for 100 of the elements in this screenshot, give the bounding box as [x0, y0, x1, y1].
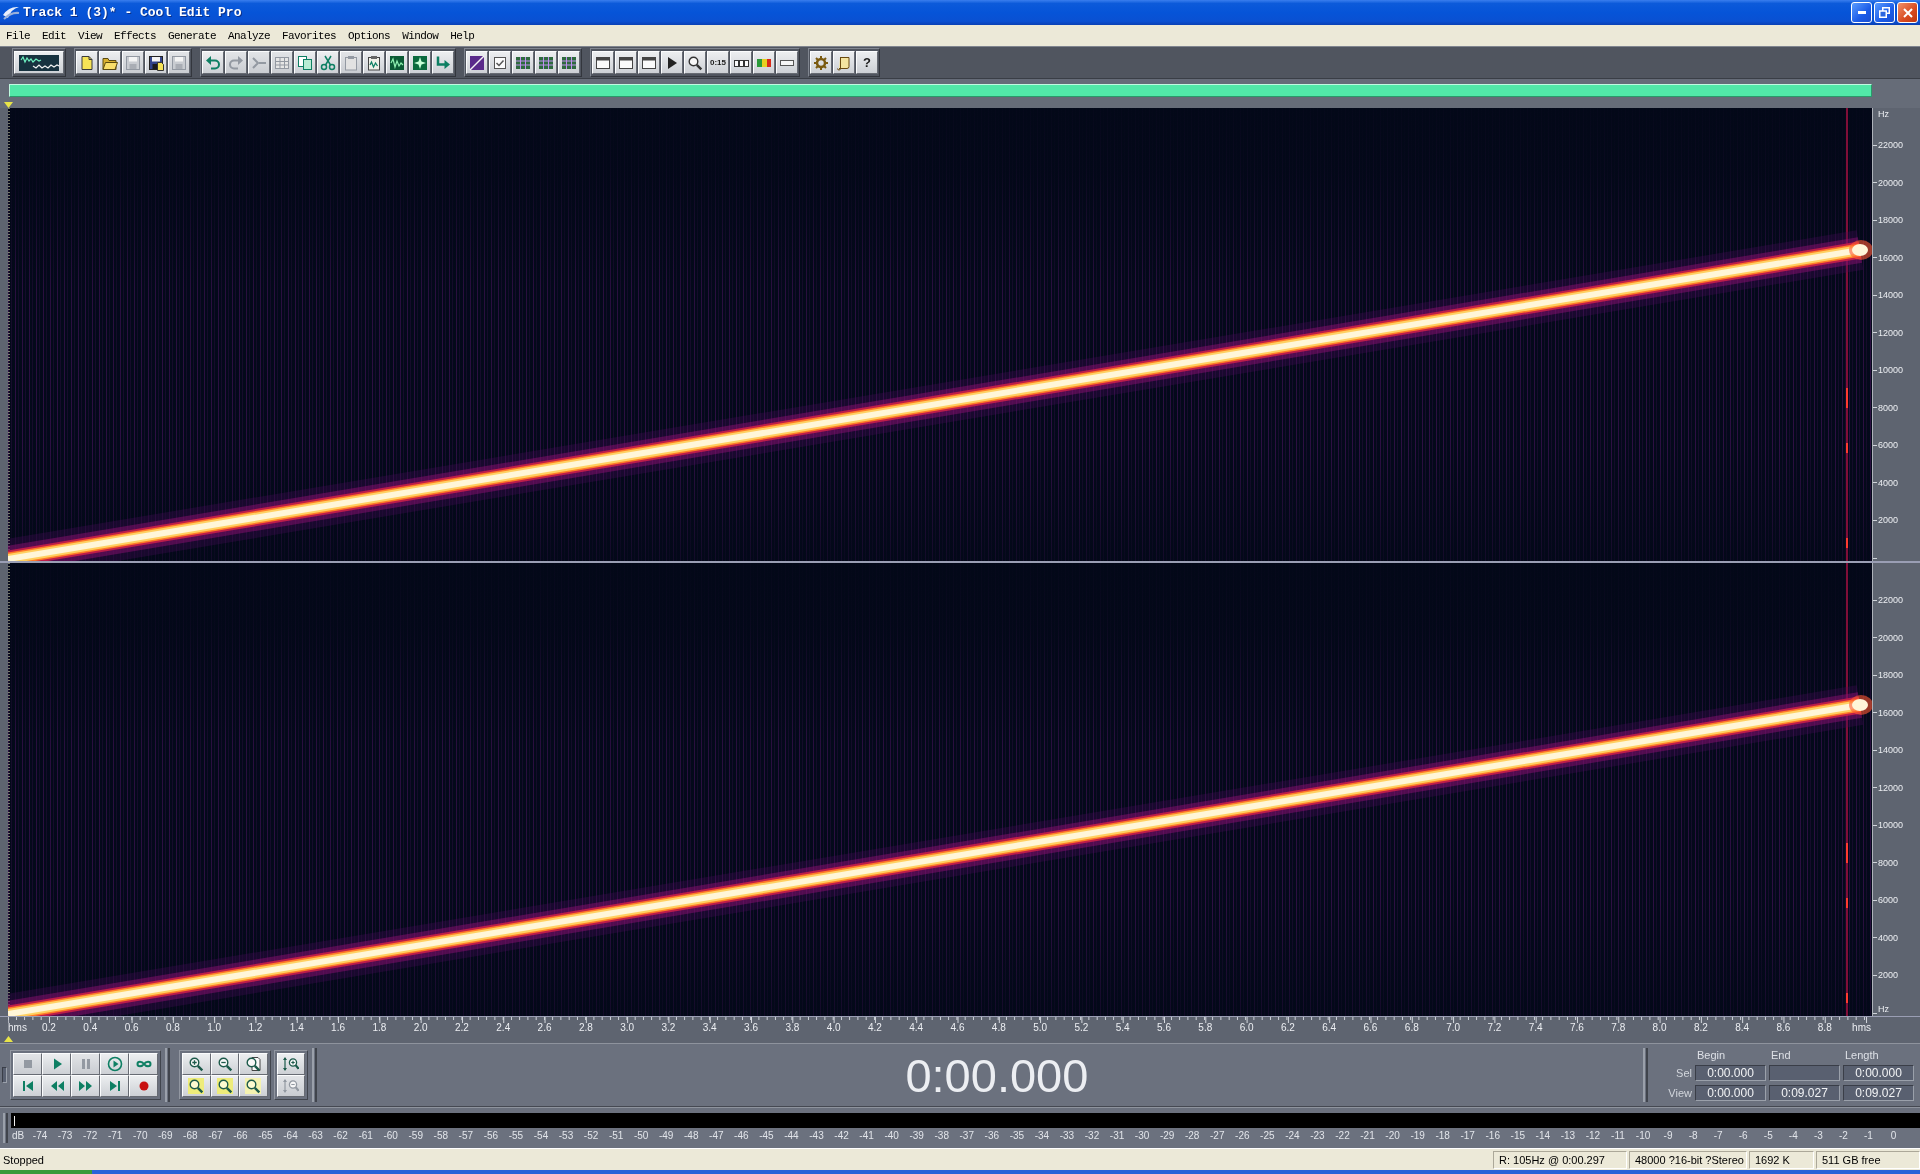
copy-button[interactable] [294, 51, 316, 74]
time-tick-label: 0.6 [124, 1022, 139, 1033]
undo-button[interactable] [202, 51, 224, 74]
waveform-tracks-icon [19, 54, 59, 71]
time-field[interactable] [1769, 1065, 1840, 1081]
meter-scale-label: -66 [233, 1130, 248, 1142]
play-to-end-button[interactable] [100, 1053, 129, 1075]
window-icon [595, 54, 611, 71]
loop-button[interactable] [129, 1053, 158, 1075]
meter-scale-label: -57 [458, 1130, 474, 1142]
vertical-zoom-in-button[interactable] [276, 1053, 305, 1075]
level-meters-button[interactable] [753, 51, 775, 74]
minimize-button[interactable] [1851, 2, 1872, 23]
close-button[interactable] [1897, 2, 1918, 23]
help-button[interactable]: ? [856, 51, 878, 74]
time-tick-label: 8.0 [1652, 1022, 1667, 1033]
window-toggle-button[interactable] [592, 51, 614, 74]
meter-scale-label: -68 [183, 1130, 198, 1142]
axis-tick-label: 4000 [1878, 932, 1899, 944]
rewind-button[interactable] [42, 1075, 71, 1097]
menu-item[interactable]: Effects [108, 27, 163, 44]
menu-item[interactable]: Options [342, 27, 397, 44]
spectral-view-button[interactable] [466, 51, 488, 74]
meter-scale-label: -16 [1485, 1130, 1500, 1142]
meter-scale-label: -19 [1410, 1130, 1425, 1142]
zoom-full-button[interactable] [239, 1053, 268, 1075]
mix-paste-button[interactable] [363, 51, 385, 74]
grip-handle[interactable] [165, 1048, 170, 1102]
zoom-in-icon [188, 1056, 205, 1072]
restore-button[interactable] [1874, 2, 1895, 23]
track-view-button[interactable] [558, 51, 580, 74]
time-field[interactable]: 0:00.000 [1695, 1085, 1766, 1101]
time-tick-label: 5.6 [1157, 1022, 1171, 1033]
insert-button[interactable] [409, 51, 431, 74]
menu-item[interactable]: Analyze [222, 27, 277, 44]
start-button[interactable] [0, 1170, 92, 1174]
time-tick-label: 7.8 [1611, 1022, 1626, 1033]
settings-button[interactable] [810, 51, 832, 74]
time-tick-label: 2.0 [413, 1022, 428, 1033]
go-to-start-button[interactable] [13, 1075, 42, 1097]
go-to-end-button[interactable] [100, 1075, 129, 1097]
wave-tile-icon [389, 54, 405, 71]
axis-tick-label: 2000 [1878, 515, 1899, 527]
fast-forward-button[interactable] [71, 1075, 100, 1097]
toggle-button[interactable] [489, 51, 511, 74]
open-file-button[interactable] [99, 51, 121, 74]
track-view-button[interactable] [512, 51, 534, 74]
zoom-button[interactable] [684, 51, 706, 74]
axis-tick-label: 12000 [1878, 782, 1904, 794]
menu-item[interactable]: Favorites [276, 27, 343, 44]
magnifier-icon [245, 1078, 262, 1094]
grip-handle[interactable] [311, 1048, 317, 1102]
track-grid-icon [515, 54, 531, 71]
time-field[interactable]: 0:09.027 [1843, 1085, 1914, 1101]
visible-range-bar[interactable] [9, 84, 1872, 97]
time-unit-label: hms [8, 1022, 27, 1033]
menu-item[interactable]: Window [396, 27, 445, 44]
meter-scale-label: -11 [1611, 1130, 1625, 1142]
zoom-selection-button[interactable] [239, 1075, 268, 1097]
time-field[interactable]: 0:00.000 [1843, 1065, 1914, 1081]
zoom-in-button[interactable] [182, 1053, 211, 1075]
time-tick-label: 1.4 [289, 1022, 304, 1033]
menu-item[interactable]: File [0, 27, 36, 44]
meter-scale-label: -20 [1385, 1130, 1400, 1142]
meter-scale-label: -38 [934, 1130, 949, 1142]
scripts-button[interactable] [833, 51, 855, 74]
new-file-button[interactable] [76, 51, 98, 74]
status-bar-button[interactable] [776, 51, 798, 74]
selection-window-button[interactable] [730, 51, 752, 74]
grip-handle[interactable] [2, 1067, 7, 1083]
time-field[interactable]: 0:00.000 [1695, 1065, 1766, 1081]
window-icon [618, 54, 634, 71]
window-toggle-button[interactable] [638, 51, 660, 74]
meter-scale-label: -17 [1460, 1130, 1475, 1142]
zoom-left-button[interactable] [182, 1075, 211, 1097]
time-tick-label: 8.2 [1693, 1022, 1708, 1033]
axis-tick-label: 14000 [1878, 745, 1904, 757]
menu-item[interactable]: Generate [162, 27, 223, 44]
menu-item[interactable]: Help [444, 27, 481, 44]
time-tick-label: 2.8 [578, 1022, 593, 1033]
clipboard-icon [343, 54, 359, 71]
meter-scale-label: -10 [1635, 1130, 1651, 1142]
time-window-button[interactable]: 0:15 [707, 51, 729, 74]
save-as-button[interactable] [145, 51, 167, 74]
record-button[interactable] [129, 1075, 158, 1097]
trim-button[interactable] [386, 51, 408, 74]
window-toggle-button[interactable] [615, 51, 637, 74]
zoom-right-button[interactable] [210, 1075, 240, 1097]
axis-tick-label: 18000 [1878, 215, 1904, 227]
convert-button[interactable] [432, 51, 454, 74]
track-view-button[interactable] [535, 51, 557, 74]
play-button[interactable] [42, 1053, 71, 1075]
zoom-out-button[interactable] [210, 1053, 240, 1075]
grip-handle[interactable] [1643, 1048, 1648, 1102]
menu-item[interactable]: View [72, 27, 109, 44]
menu-item[interactable]: Edit [36, 27, 73, 44]
time-field[interactable]: 0:09.027 [1769, 1085, 1840, 1101]
grip-handle[interactable] [3, 1113, 8, 1143]
cue-button[interactable] [661, 51, 683, 74]
cut-button[interactable] [317, 51, 339, 74]
